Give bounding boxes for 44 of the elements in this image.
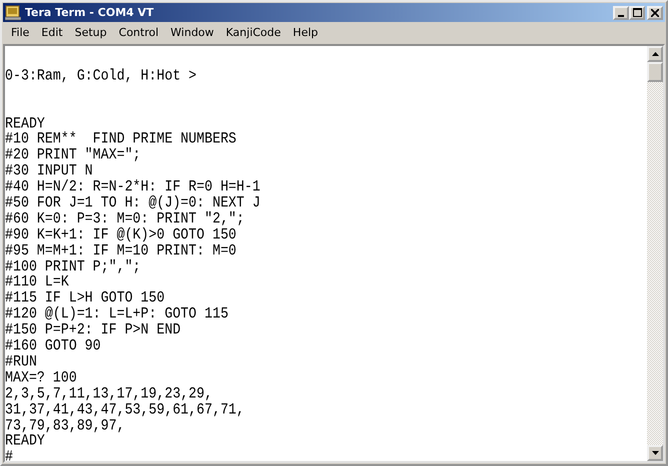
terminal-line: READY: [5, 432, 45, 450]
terminal-line: 2,3,5,7,11,13,17,19,23,29,: [5, 384, 212, 403]
menu-item[interactable]: Window: [164, 26, 220, 38]
scroll-down-button[interactable]: [647, 445, 663, 461]
scroll-thumb[interactable]: [647, 62, 663, 82]
terminal-line: #50 FOR J=1 TO H: @(J)=0: NEXT J: [5, 194, 260, 212]
terminal-line: #20 PRINT "MAX=";: [5, 146, 141, 164]
terminal-line: #: [5, 448, 13, 461]
terminal-line: #100 PRINT P;",";: [5, 257, 141, 275]
close-icon: [651, 8, 659, 16]
terminal-line: #RUN: [5, 352, 37, 371]
menu-item[interactable]: Setup: [68, 26, 113, 38]
terminal-line: #150 P=P+2: IF P>N END: [5, 320, 181, 339]
terminal-line: #10 REM** FIND PRIME NUMBERS: [5, 130, 236, 148]
terminal-line: READY: [5, 114, 45, 132]
menu-item[interactable]: Edit: [35, 26, 69, 38]
terminal-line: #160 GOTO 90: [5, 336, 101, 355]
close-button[interactable]: [647, 6, 663, 20]
terminal-line: MAX=? 100: [5, 368, 77, 387]
minimize-icon: [618, 14, 624, 16]
scrollbar[interactable]: [647, 46, 663, 461]
menu-item[interactable]: Control: [112, 26, 165, 38]
down-arrow-icon: [652, 451, 658, 455]
terminal-line: #40 H=N/2: R=N-2*H: IF R=0 H=H-1: [5, 178, 260, 196]
menu-item[interactable]: Help: [286, 26, 324, 38]
window-title: Tera Term - COM4 VT: [25, 6, 155, 19]
scroll-up-button[interactable]: [647, 46, 663, 62]
terminal-line: 73,79,83,89,97,: [5, 416, 125, 434]
terminal-line: #60 K=0: P=3: M=0: PRINT "2,";: [5, 210, 244, 227]
up-arrow-icon: [652, 52, 658, 56]
terminal-line: #120 @(L)=1: L=L+P: GOTO 115: [5, 305, 228, 323]
menu-item[interactable]: KanjiCode: [220, 26, 287, 38]
terminal-line: 31,37,41,43,47,53,59,61,67,71,: [5, 400, 244, 419]
maximize-button[interactable]: [629, 6, 645, 20]
terminal-line: #90 K=K+1: IF @(K)>0 GOTO 150: [5, 226, 236, 244]
minimize-button[interactable]: [613, 6, 629, 20]
terminal-line: 0-3:Ram, G:Cold, H:Hot >: [5, 66, 197, 85]
terminal-icon: [5, 4, 21, 20]
maximize-icon: [632, 8, 642, 17]
menu-item[interactable]: File: [5, 26, 36, 38]
terminal-line: #30 INPUT N: [5, 162, 93, 180]
terminal-line: #95 M=M+1: IF M=10 PRINT: M=0: [5, 242, 236, 259]
terminal-line: #115 IF L>H GOTO 150: [5, 289, 165, 306]
terminal-line: #110 L=K: [5, 273, 69, 291]
